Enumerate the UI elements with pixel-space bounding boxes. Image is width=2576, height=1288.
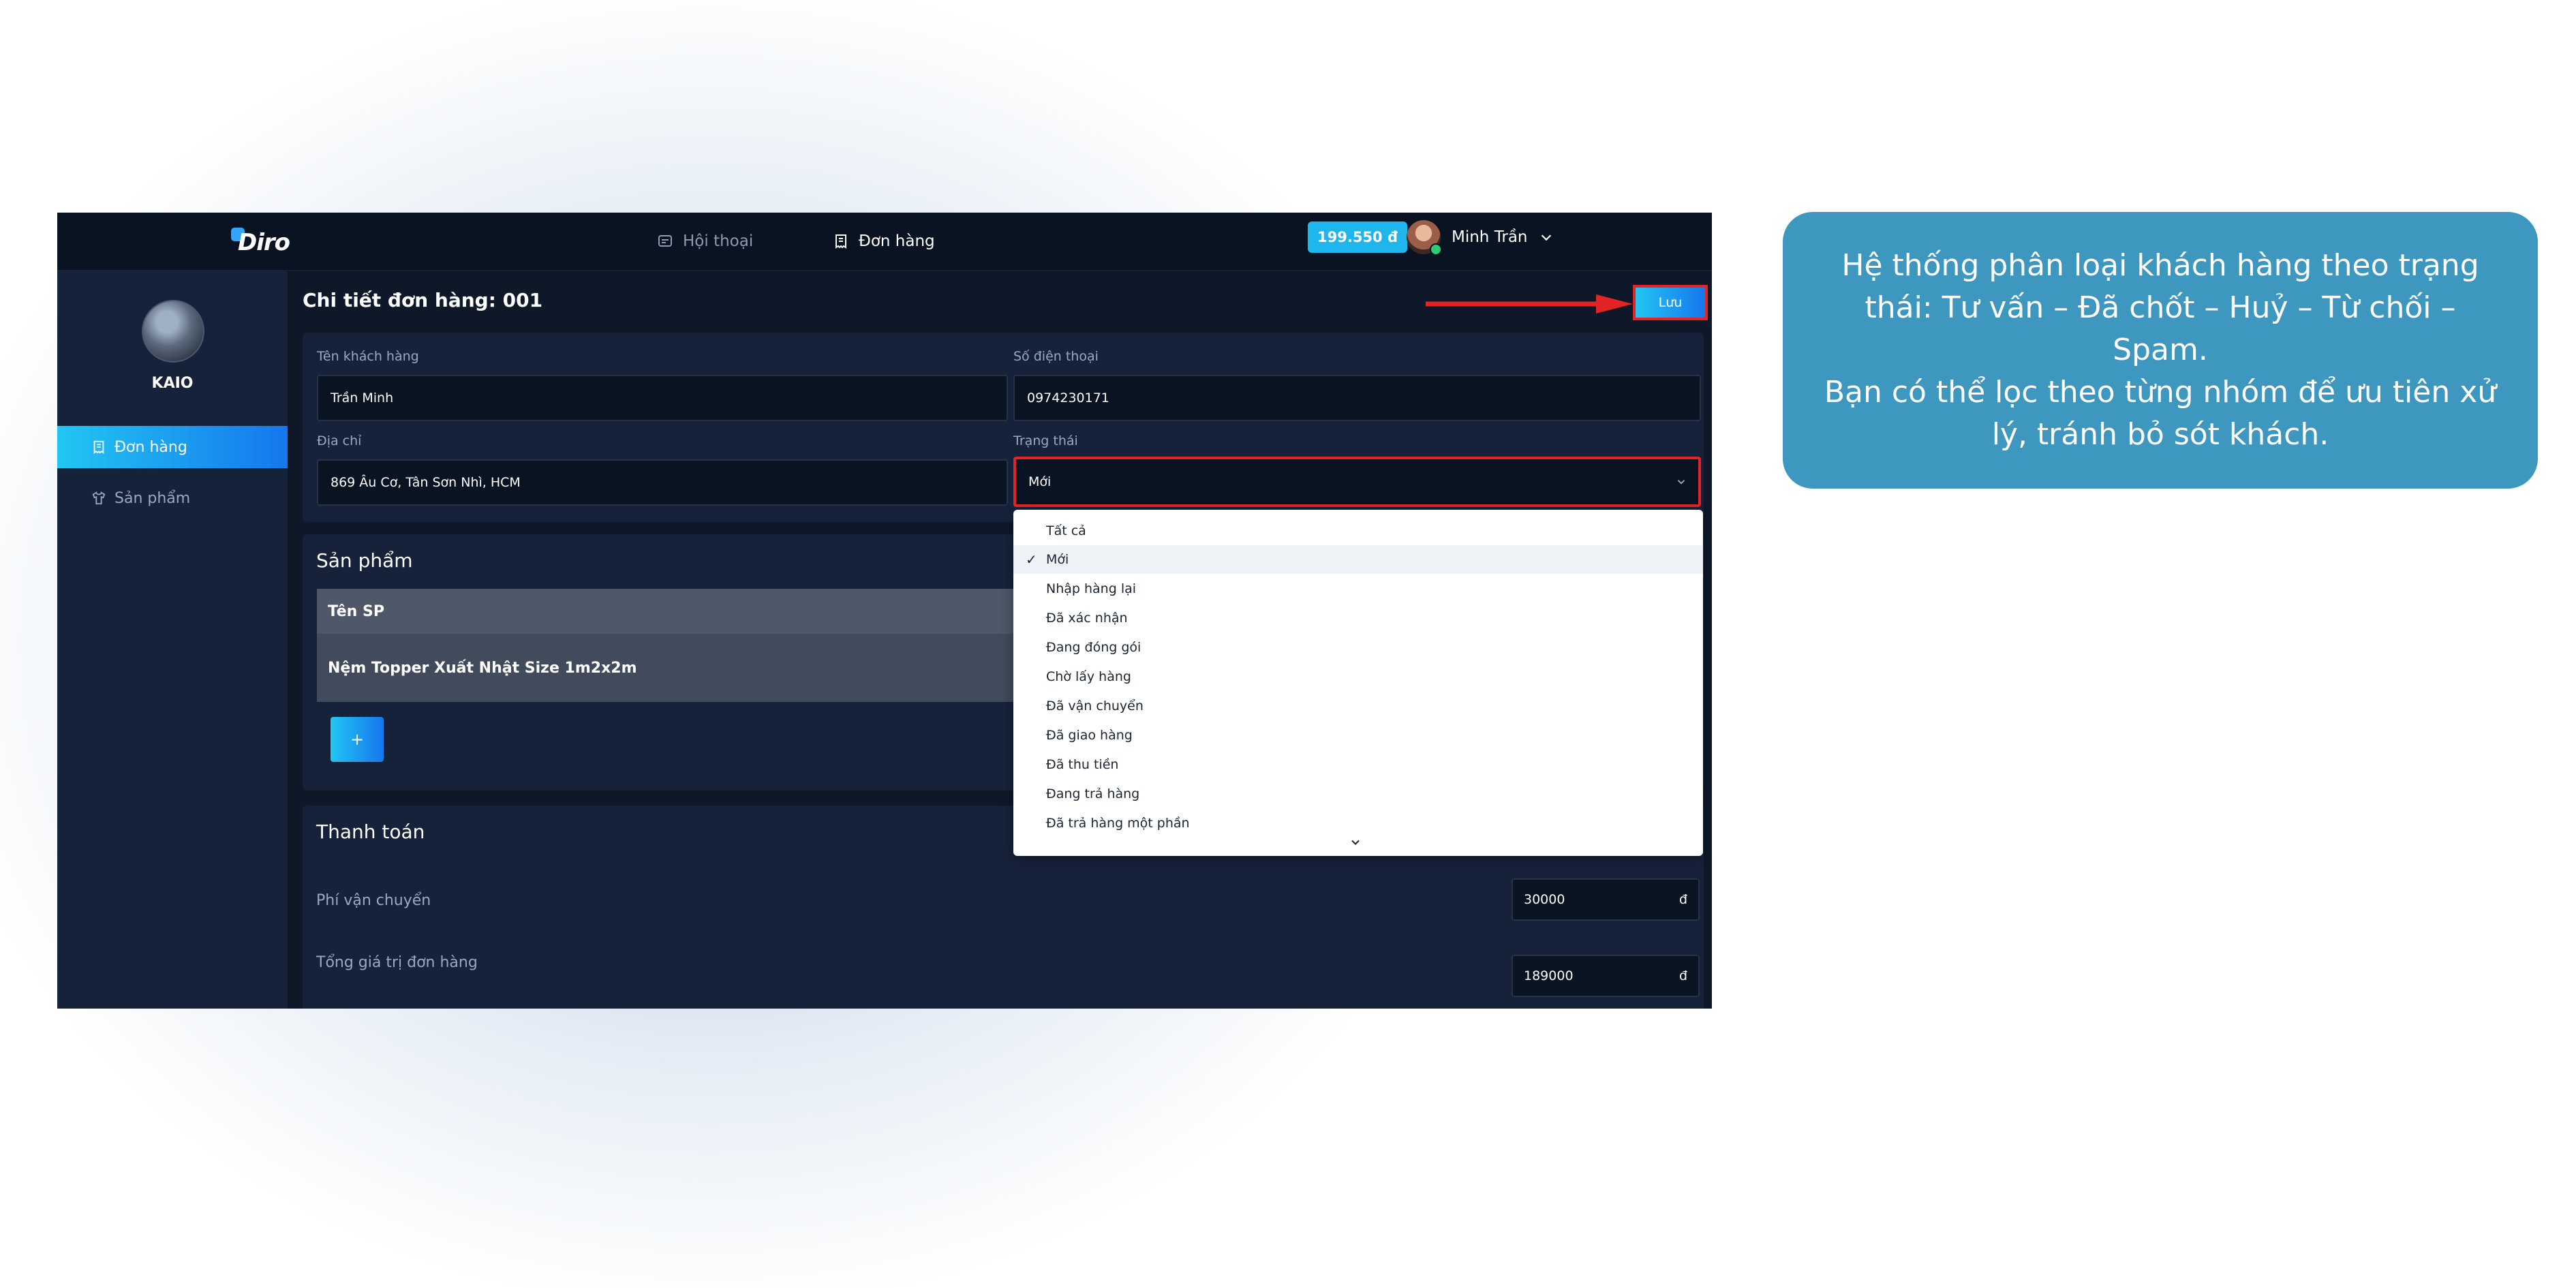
chat-icon <box>658 235 672 247</box>
phone-field[interactable]: 0974230171 <box>1013 375 1701 421</box>
chevron-down-icon <box>1677 480 1685 485</box>
order-total-label: Tổng giá trị đơn hàng <box>316 954 478 971</box>
products-title: Sản phẩm <box>316 549 413 572</box>
shop-avatar <box>142 300 204 363</box>
status-option[interactable]: Đã thu tiền <box>1013 750 1703 779</box>
sidebar-item-label: Sản phẩm <box>114 489 191 507</box>
phone-label: Số điện thoại <box>1013 349 1099 364</box>
online-status-dot <box>1430 243 1442 256</box>
customer-info-card: Tên khách hàng Trần Minh Số điện thoại 0… <box>303 333 1704 522</box>
status-dropdown: Tất cả ✓ Mới Nhập hàng lại Đã xác nhận Đ… <box>1013 510 1703 856</box>
page-title: Chi tiết đơn hàng: 001 <box>303 289 543 311</box>
receipt-icon <box>93 440 104 454</box>
chevron-down-icon <box>1541 234 1551 241</box>
app-window: Diro Hội thoại Đơn hàng 199.550 đ Minh T… <box>57 213 1712 1009</box>
status-option[interactable]: Đã giao hàng <box>1013 721 1703 750</box>
status-option[interactable]: Đang trả hàng <box>1013 780 1703 808</box>
user-menu[interactable]: Minh Trần <box>1407 219 1554 256</box>
status-select-value: Mới <box>1028 474 1052 489</box>
callout-line-1: Hệ thống phân loại khách hàng theo trạng… <box>1841 248 2479 367</box>
shop-name: KAIO <box>151 375 194 392</box>
check-icon: ✓ <box>1026 551 1037 568</box>
order-total-value: 189000 <box>1524 968 1574 983</box>
top-bar: Diro Hội thoại Đơn hàng 199.550 đ Minh T… <box>57 213 1712 271</box>
annotation-arrow <box>1426 294 1633 313</box>
status-option[interactable]: Tất cả <box>1013 517 1703 545</box>
shipping-fee-label: Phí vận chuyển <box>316 892 431 909</box>
status-option[interactable]: Đã vận chuyển <box>1013 692 1703 720</box>
shipping-fee-field[interactable]: 30000 đ <box>1512 878 1700 921</box>
user-name: Minh Trần <box>1452 228 1528 246</box>
receipt-icon <box>835 234 846 249</box>
scroll-down-chevron-icon[interactable] <box>1349 835 1362 849</box>
currency-symbol: đ <box>1678 968 1687 983</box>
user-avatar <box>1407 220 1442 256</box>
status-label: Trạng thái <box>1013 433 1078 448</box>
payment-title: Thanh toán <box>316 821 425 843</box>
table-row[interactable]: Nệm Topper Xuất Nhật Size 1m2x2m <box>317 634 1013 702</box>
nav-conversations[interactable]: Hội thoại <box>657 226 753 256</box>
save-button[interactable]: Lưu <box>1633 285 1708 320</box>
currency-symbol: đ <box>1678 892 1687 907</box>
address-field[interactable]: 869 Âu Cơ, Tân Sơn Nhì, HCM <box>317 459 1008 506</box>
add-product-button[interactable]: + <box>331 717 384 762</box>
status-option-selected[interactable]: ✓ Mới <box>1013 545 1703 574</box>
shipping-fee-value: 30000 <box>1524 892 1565 907</box>
status-option[interactable]: Nhập hàng lại <box>1013 574 1703 603</box>
nav-conversations-label: Hội thoại <box>683 232 754 250</box>
address-label: Địa chỉ <box>317 433 362 448</box>
order-total-field[interactable]: 189000 đ <box>1512 955 1700 997</box>
status-select[interactable]: Mới <box>1013 457 1701 507</box>
status-option[interactable]: Đã trả hàng một phần <box>1013 809 1703 838</box>
info-callout: Hệ thống phân loại khách hàng theo trạng… <box>1783 212 2538 489</box>
sidebar-item-products[interactable]: Sản phẩm <box>57 477 288 519</box>
shirt-icon <box>92 491 106 505</box>
nav-orders-label: Đơn hàng <box>859 232 935 250</box>
callout-line-2: Bạn có thể lọc theo từng nhóm để ưu tiên… <box>1824 375 2497 452</box>
balance-badge[interactable]: 199.550 đ <box>1308 221 1407 253</box>
nav-orders[interactable]: Đơn hàng <box>833 226 935 256</box>
status-option[interactable]: Đã xác nhận <box>1013 604 1703 632</box>
customer-name-field[interactable]: Trần Minh <box>317 375 1008 421</box>
customer-name-label: Tên khách hàng <box>317 349 419 364</box>
logo-text: Diro <box>238 229 290 256</box>
table-header: Tên SP <box>317 589 1013 634</box>
status-option[interactable]: Chờ lấy hàng <box>1013 662 1703 691</box>
status-option-label: Mới <box>1046 552 1069 567</box>
logo[interactable]: Diro <box>231 225 367 259</box>
sidebar-item-orders[interactable]: Đơn hàng <box>57 426 288 468</box>
sidebar: KAIO Đơn hàng Sản phẩm <box>57 271 288 1009</box>
sidebar-item-label: Đơn hàng <box>114 438 187 456</box>
status-option[interactable]: Đang đóng gói <box>1013 633 1703 662</box>
